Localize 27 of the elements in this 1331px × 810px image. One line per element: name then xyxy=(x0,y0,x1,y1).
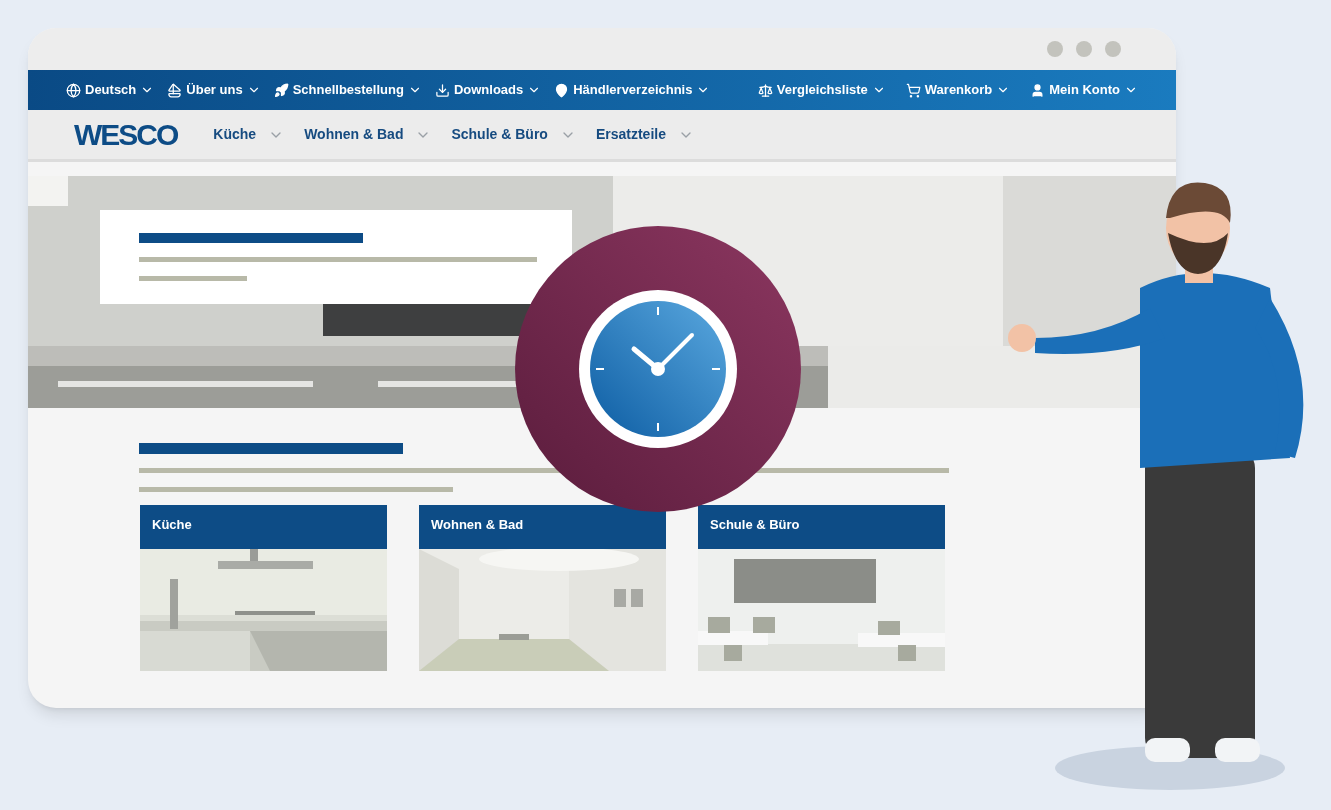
card-title: Küche xyxy=(140,505,387,549)
rocket-icon xyxy=(273,82,289,98)
nav-link[interactable]: Deutsch xyxy=(66,80,155,100)
menu-item[interactable]: Küche xyxy=(213,124,285,145)
nav-link[interactable]: Downloads xyxy=(434,80,542,100)
nav-link[interactable]: Mein Konto xyxy=(1030,80,1138,100)
nav-link[interactable]: Vergleichsliste xyxy=(757,80,886,100)
nav-link[interactable]: Über uns xyxy=(167,80,261,100)
menu-item[interactable]: Ersatzteile xyxy=(595,124,694,145)
menu-item[interactable]: Wohnen & Bad xyxy=(304,124,432,145)
pin-icon xyxy=(554,82,570,98)
card-title: Schule & Büro xyxy=(698,505,945,549)
cart-icon xyxy=(905,82,921,98)
category-card[interactable]: Schule & Büro xyxy=(698,505,945,671)
category-card[interactable]: Küche xyxy=(140,505,387,671)
sail-icon xyxy=(167,82,183,98)
scale-icon xyxy=(757,82,773,98)
category-card[interactable]: Wohnen & Bad xyxy=(419,505,666,671)
globe-icon xyxy=(66,82,81,98)
nav-link[interactable]: Händlerverzeichnis xyxy=(554,80,711,100)
nav-link[interactable]: Schnellbestellung xyxy=(273,80,422,100)
download-icon xyxy=(434,82,450,98)
logo[interactable]: WESCO xyxy=(74,112,178,157)
card-title: Wohnen & Bad xyxy=(419,505,666,549)
nav-link[interactable]: Warenkorb xyxy=(905,80,1011,100)
user-icon xyxy=(1030,82,1046,98)
menu-item[interactable]: Schule & Büro xyxy=(451,124,576,145)
